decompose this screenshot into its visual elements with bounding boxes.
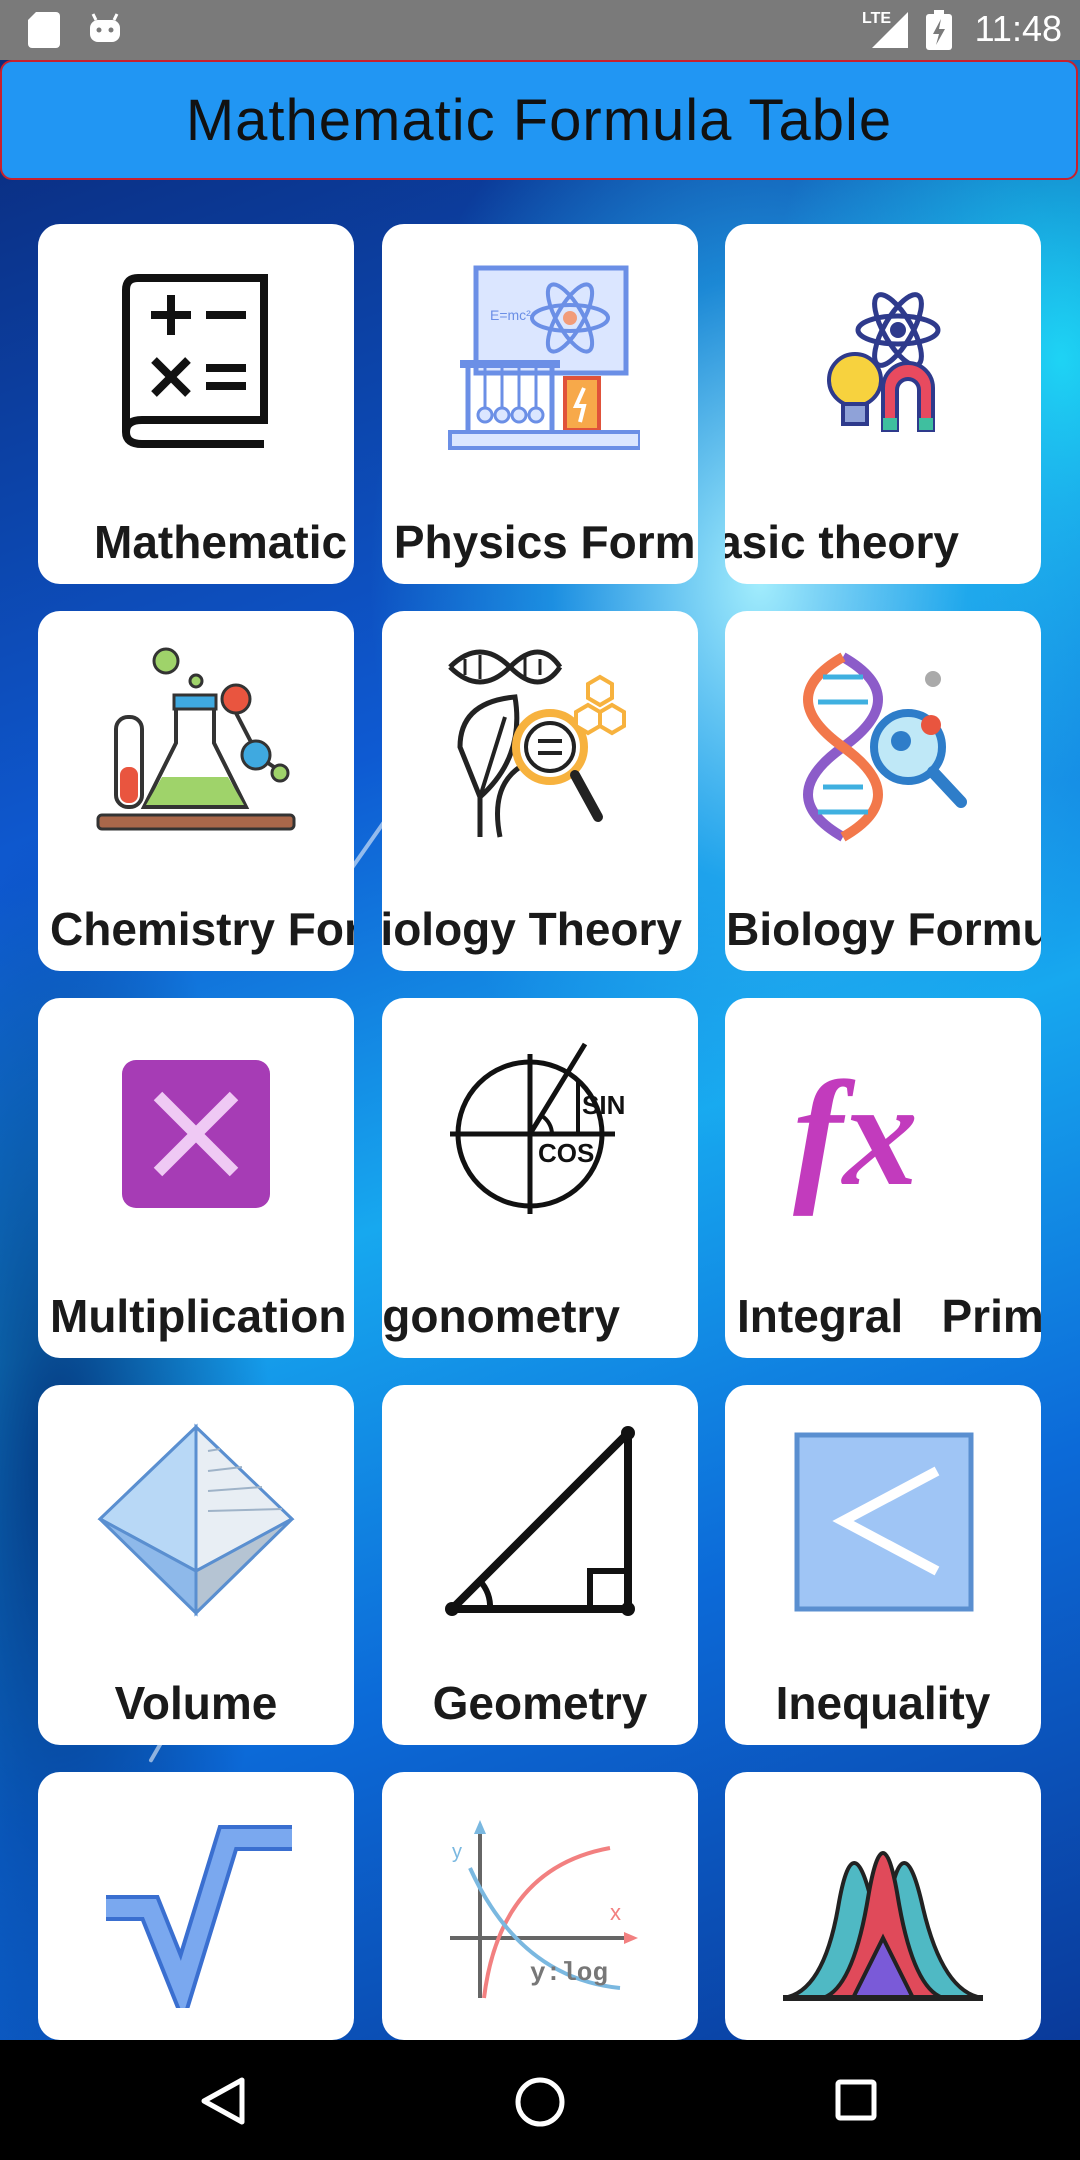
card-inequality[interactable]: Inequality: [725, 1385, 1041, 1745]
card-label: Inequality: [775, 1677, 991, 1729]
card-label: Basic theory: [725, 512, 1041, 572]
home-icon[interactable]: [514, 2076, 566, 2128]
card-label: Mathematic: [94, 516, 348, 568]
card-label: Volume: [114, 1677, 278, 1729]
card-geometry[interactable]: Geometry: [382, 1385, 698, 1745]
signal-icon: [872, 12, 908, 48]
card-label-text: Basic theory: [725, 516, 959, 568]
battery-charging-icon: [926, 10, 952, 50]
card-square-root[interactable]: [38, 1772, 354, 2040]
card-multiplication[interactable]: Multiplication: [38, 998, 354, 1358]
square-root-icon: [106, 1825, 292, 2008]
biology-dna-leaf-icon: [448, 649, 626, 838]
card-label: Biology Theory: [382, 899, 698, 959]
page-title: Mathematic Formula Table: [185, 87, 893, 153]
card-label-text: Multiplication: [50, 1290, 347, 1342]
svg-text:y: y: [452, 1841, 462, 1863]
card-biology-theory[interactable]: Biology Theory: [382, 611, 698, 971]
card-volume[interactable]: Volume: [38, 1385, 354, 1745]
science-theory-icon: [827, 292, 941, 432]
card-integral-primitive[interactable]: fx Integral Primitive: [725, 998, 1041, 1358]
card-label: Trigonometry: [382, 1286, 698, 1346]
card-label: Integral Primitive: [725, 1286, 1041, 1346]
card-label-text: Chemistry Formula: [50, 903, 354, 955]
app-bar: Mathematic Formula Table: [0, 60, 1078, 180]
card-chemistry-formula[interactable]: Chemistry Formula: [38, 611, 354, 971]
card-label: Physics Formula: [382, 512, 698, 572]
less-than-icon: [794, 1432, 974, 1612]
card-label: Chemistry Formula: [38, 899, 354, 959]
sd-card-icon: [28, 12, 60, 48]
card-label-text: Trigonometry: [382, 1290, 620, 1342]
card-distribution[interactable]: [725, 1772, 1041, 2040]
card-label: Geometry: [432, 1677, 648, 1729]
status-bar: LTE 11:48: [0, 0, 1080, 60]
svg-text:SIN: SIN: [582, 1090, 625, 1120]
svg-text:fx: fx: [793, 1051, 918, 1217]
trigonometry-icon: SIN COS: [450, 1042, 625, 1214]
card-biology-formula[interactable]: Biology Formula: [725, 611, 1041, 971]
card-label: Biology Formula: [725, 899, 1041, 959]
card-label-text: Physics Formula: [393, 516, 698, 568]
card-label: Multiplication: [38, 1286, 354, 1346]
function-fx-icon: fx: [793, 1051, 918, 1217]
back-icon[interactable]: [198, 2076, 246, 2126]
math-book-icon: [121, 274, 268, 448]
card-label-text: Biology Theory: [382, 903, 682, 955]
chemistry-flask-icon: [96, 647, 296, 831]
recents-icon[interactable]: [834, 2078, 878, 2122]
card-label-text: Integral Primitive: [737, 1290, 1041, 1342]
card-trigonometry[interactable]: SIN COS Trigonometry: [382, 998, 698, 1358]
log-graph-icon: y x y:log: [450, 1820, 638, 1999]
physics-board-icon: E=mc²: [448, 265, 640, 450]
card-mathematic[interactable]: Mathematic: [38, 224, 354, 584]
card-label-text: Biology Formula: [726, 903, 1041, 955]
right-triangle-icon: [445, 1426, 635, 1616]
dna-search-icon: [803, 652, 967, 842]
card-basic-theory[interactable]: Basic theory: [725, 224, 1041, 584]
multiplication-icon: [122, 1060, 270, 1208]
card-logarithm[interactable]: y x y:log: [382, 1772, 698, 2040]
svg-text:COS: COS: [538, 1138, 594, 1168]
card-physics-formula[interactable]: E=mc² Physics Formula: [382, 224, 698, 584]
volume-octahedron-icon: [97, 1423, 295, 1617]
android-icon: [90, 13, 120, 42]
svg-text:x: x: [610, 1900, 621, 1925]
distribution-curves-icon: [783, 1851, 983, 2001]
svg-text:y:log: y:log: [530, 1958, 608, 1988]
svg-text:E=mc²: E=mc²: [490, 307, 531, 323]
clock: 11:48: [974, 8, 1062, 49]
navigation-bar: [0, 2040, 1080, 2160]
